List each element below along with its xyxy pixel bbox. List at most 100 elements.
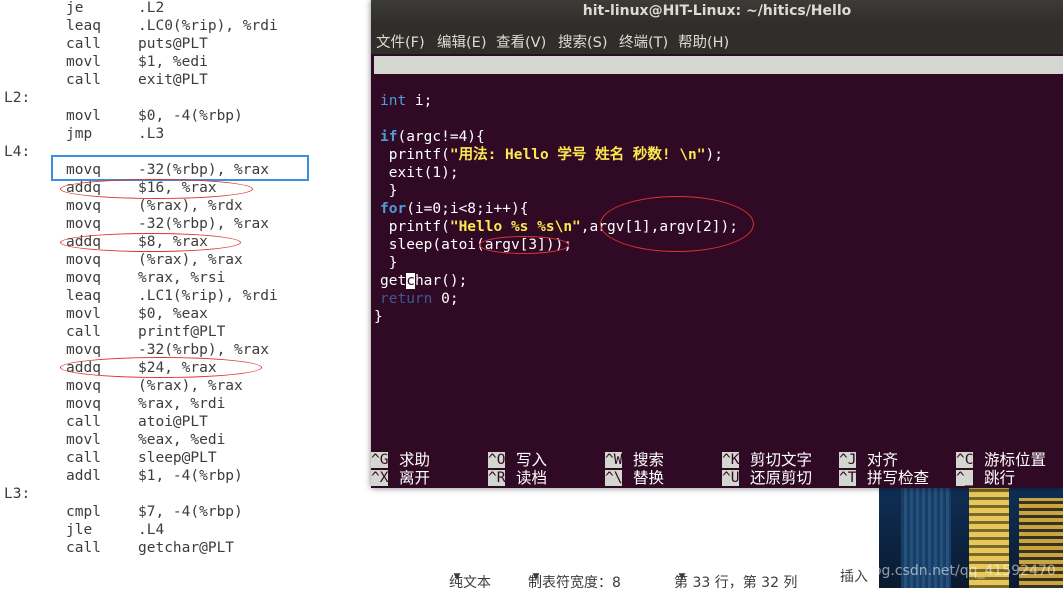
assembly-editor[interactable]: je .L2 leaq .LC0(%rip), %rdi call puts@PLT mov… [0, 0, 371, 560]
shortcut-label: 游标位置 [984, 451, 1047, 469]
asm-instruction-line: jle .L4 [0, 521, 371, 539]
shortcut-key: ^U [722, 470, 740, 486]
code-line: if(argc!=4){ [380, 129, 485, 145]
asm-instruction-line: call exit@PLT [0, 71, 371, 89]
asm-instruction-line: movq -32(%rbp), %rax [0, 341, 371, 359]
asm-operands: (%rax), %rdx [138, 198, 243, 214]
shortcut-12[interactable]: ^_ 跳行 [956, 469, 1063, 487]
shortcut-6[interactable]: ^C 游标位置 [956, 451, 1063, 469]
asm-operands: getchar@PLT [138, 540, 235, 556]
asm-opcode: leaq [66, 18, 101, 34]
menu-terminal[interactable]: 终端(T) [619, 31, 668, 52]
asm-instruction-line: movq -32(%rbp), %rax [0, 215, 371, 233]
asm-operands: $1, -4(%rbp) [138, 468, 243, 484]
asm-operands: %rax, %rsi [138, 270, 226, 286]
asm-instruction-line: movq (%rax), %rdx [0, 197, 371, 215]
shortcut-label: 对齐 [867, 451, 899, 469]
asm-opcode: je [66, 0, 84, 16]
asm-instruction-line: call getchar@PLT [0, 539, 371, 557]
shortcut-3[interactable]: ^W 搜索 [605, 451, 720, 469]
asm-operands: sleep@PLT [138, 450, 217, 466]
menu-search[interactable]: 搜索(S) [558, 31, 608, 52]
shortcut-label: 写入 [516, 451, 548, 469]
menu-file[interactable]: 文件(F) [376, 31, 425, 52]
menu-edit[interactable]: 编辑(E) [437, 31, 486, 52]
asm-opcode: movq [66, 342, 101, 358]
menu-help[interactable]: 帮助(H) [678, 31, 729, 52]
shortcut-2[interactable]: ^O 写入 [488, 451, 603, 469]
asm-label-line: L3: [0, 485, 371, 503]
shortcut-key: ^J [839, 452, 857, 468]
asm-opcode: movl [66, 108, 101, 124]
asm-operands: printf@PLT [138, 324, 226, 340]
terminal-menubar: 文件(F) 编辑(E) 查看(V) 搜索(S) 终端(T) 帮助(H) [371, 24, 1063, 54]
shortcut-label: 剪切文字 [750, 451, 813, 469]
asm-operands: atoi@PLT [138, 414, 208, 430]
code-line: printf("用法: Hello 学号 姓名 秒数! \n"); [380, 147, 723, 163]
terminal-titlebar[interactable]: hit-linux@HIT-Linux: ~/hitics/Hello [371, 0, 1063, 24]
terminal-window[interactable]: hit-linux@HIT-Linux: ~/hitics/Hello 文件(F… [371, 0, 1063, 488]
asm-instruction-line: movl $0, -4(%rbp) [0, 107, 371, 125]
asm-opcode: movq [66, 270, 101, 286]
shortcut-11[interactable]: ^T 拼写检查 [839, 469, 954, 487]
shortcut-5[interactable]: ^J 对齐 [839, 451, 954, 469]
shortcut-7[interactable]: ^X 离开 [371, 469, 486, 487]
asm-opcode: call [66, 324, 101, 340]
annotation-oval-2 [60, 233, 241, 252]
annotation-oval-argv12 [600, 196, 754, 252]
shortcut-key: ^\ [605, 470, 623, 486]
code-line: getchar(); [380, 273, 468, 289]
asm-operands: -32(%rbp), %rax [138, 216, 269, 232]
cursor-position-dropdown[interactable]: 第 33 行，第 32 列 ▼ [674, 566, 797, 591]
shortcut-key: ^O [488, 452, 506, 468]
asm-opcode: addl [66, 468, 101, 484]
shortcut-1[interactable]: ^G 求助 [371, 451, 486, 469]
shortcut-4[interactable]: ^K 剪切文字 [722, 451, 837, 469]
shortcut-key: ^C [956, 452, 974, 468]
shortcut-8[interactable]: ^R 读档 [488, 469, 603, 487]
asm-instruction-line: call puts@PLT [0, 35, 371, 53]
asm-operands: .L2 [138, 0, 165, 16]
shortcut-label: 替换 [633, 469, 665, 487]
shortcut-10[interactable]: ^U 还原剪切 [722, 469, 837, 487]
asm-operands: .L4 [138, 522, 165, 538]
asm-operands: (%rax), %rax [138, 378, 243, 394]
asm-label-line: L2: [0, 89, 371, 107]
shortcut-label: 离开 [399, 469, 431, 487]
code-line: return 0; [380, 291, 459, 307]
tab-width-dropdown[interactable]: 制表符宽度：8 ▼ [528, 566, 621, 591]
nano-filename: hello.i [731, 93, 791, 109]
asm-operands: .L3 [138, 126, 165, 142]
annotation-oval-argv3 [479, 236, 569, 254]
asm-opcode: movq [66, 198, 101, 214]
asm-instruction-line: movq %rax, %rdi [0, 395, 371, 413]
code-line: for(i=0;i<8;i++){ [380, 201, 529, 217]
asm-operands: $7, -4(%rbp) [138, 504, 243, 520]
asm-opcode: movq [66, 378, 101, 394]
asm-label: L3: [4, 486, 31, 502]
shortcut-label: 还原剪切 [750, 469, 813, 487]
text-cursor: c [406, 273, 415, 289]
asm-instruction-line: je .L2 [0, 0, 371, 17]
asm-label: L2: [4, 90, 31, 106]
asm-operands: $1, %edi [138, 54, 208, 70]
asm-opcode: movl [66, 306, 101, 322]
asm-opcode: jle [66, 522, 93, 538]
asm-label: L4: [4, 144, 31, 160]
asm-instruction-line: addl $1, -4(%rbp) [0, 467, 371, 485]
shortcut-label: 读档 [516, 469, 548, 487]
asm-instruction-line: call sleep@PLT [0, 449, 371, 467]
shortcut-label: 拼写检查 [867, 469, 930, 487]
asm-opcode: call [66, 36, 101, 52]
asm-opcode: call [66, 72, 101, 88]
asm-operands: exit@PLT [138, 72, 208, 88]
language-mode-dropdown[interactable]: 纯文本 ▼ [449, 566, 491, 591]
nano-version: GNU nano 2.9.3 [390, 75, 509, 91]
shortcut-key: ^T [839, 470, 857, 486]
asm-instruction-line: movl $1, %edi [0, 53, 371, 71]
shortcut-9[interactable]: ^\ 替换 [605, 469, 720, 487]
asm-instruction-line: movl $0, %eax [0, 305, 371, 323]
code-line: int i; [380, 93, 433, 109]
menu-view[interactable]: 查看(V) [496, 31, 546, 52]
asm-opcode: jmp [66, 126, 93, 142]
